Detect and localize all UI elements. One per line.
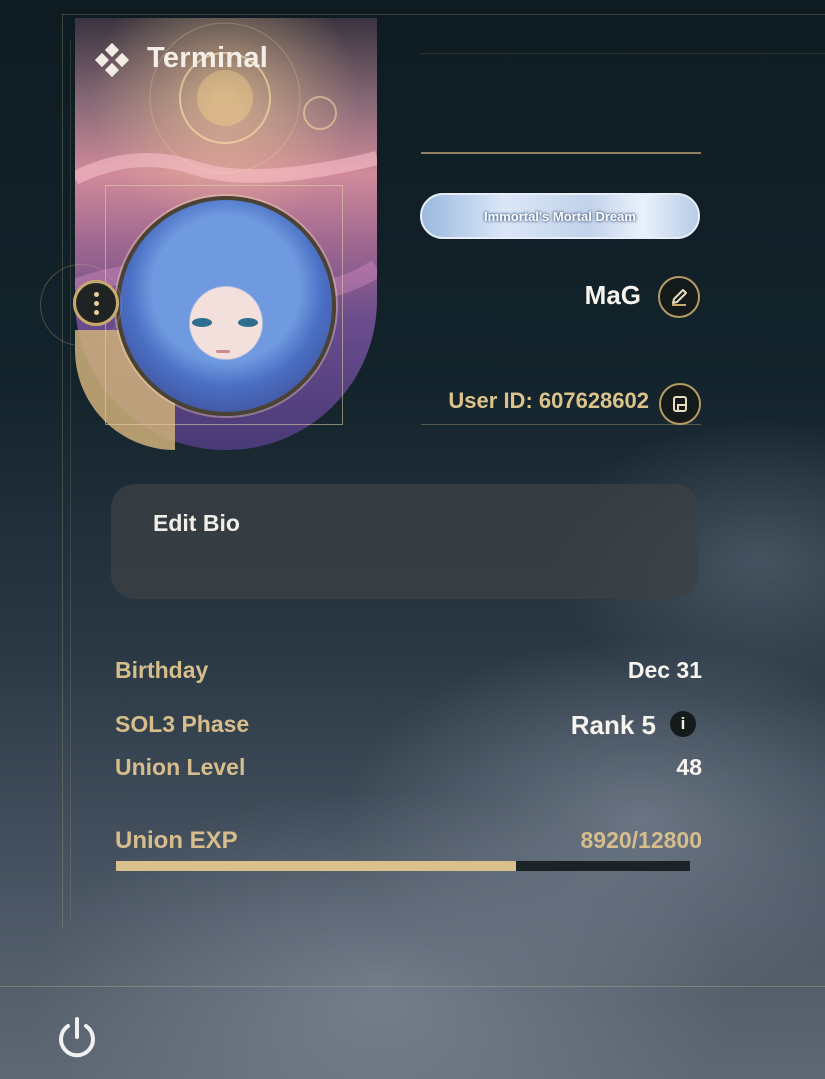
union-level-value: 48 [676,754,702,780]
copy-icon [673,396,687,412]
union-exp-value: 8920/12800 [580,827,702,853]
sol3-phase-value: Rank 5 [570,710,656,740]
frame-header-line [420,53,825,54]
diamond-cluster-icon [94,42,130,78]
username: MaG [584,280,641,310]
power-button[interactable] [52,1012,102,1062]
avatar[interactable] [116,196,336,416]
sol3-phase-label: SOL3 Phase [115,711,250,737]
title-badge-label: Immortal's Mortal Dream [484,208,636,224]
info-icon[interactable]: i [670,711,696,737]
edit-name-button[interactable] [658,276,700,318]
more-vertical-icon[interactable] [73,280,119,326]
bio-label: Edit Bio [153,510,240,536]
title-badge[interactable]: Immortal's Mortal Dream [420,193,700,239]
avatar-eye-right [238,318,258,327]
avatar-mouth [216,350,230,353]
bio-field[interactable] [111,484,699,599]
user-id: User ID: 607628602 [448,388,649,413]
footer-divider [0,986,825,987]
power-icon [59,1017,95,1058]
user-id-underline [421,424,701,425]
birthday-label: Birthday [115,657,209,683]
union-level-label: Union Level [115,754,246,780]
frame-left-line [62,14,63,929]
copy-user-id-button[interactable] [659,383,701,425]
birthday-value: Dec 31 [627,657,702,683]
frame-left-inner-line [70,40,71,920]
pencil-icon [672,289,687,306]
frame-top-line [62,14,825,15]
union-exp-bar-fill [116,861,516,871]
profile-divider [421,152,701,154]
avatar-eye-left [192,318,212,327]
union-exp-label: Union EXP [115,827,238,854]
page-title: Terminal [147,42,269,74]
